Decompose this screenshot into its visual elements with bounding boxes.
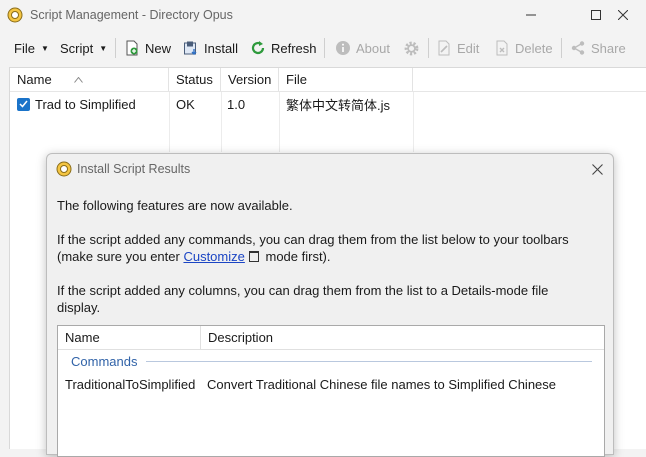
file-menu-label: File	[14, 40, 35, 56]
columns-instructions-line1: If the script added any columns, you can…	[57, 283, 549, 298]
column-divider	[169, 92, 170, 152]
share-button-label: Share	[591, 40, 626, 56]
chevron-down-icon: ▼	[99, 43, 108, 53]
row-version-cell: 1.0	[227, 96, 246, 112]
group-label-commands: Commands	[71, 354, 138, 369]
instruction-text: mode first).	[261, 249, 331, 264]
dialog-close-button[interactable]	[584, 158, 610, 180]
column-header-status[interactable]: Status	[169, 68, 221, 91]
install-button-label: Install	[204, 40, 238, 56]
minimize-icon	[526, 14, 536, 16]
edit-button[interactable]: Edit	[436, 34, 479, 62]
row-status-cell: OK	[176, 96, 195, 112]
new-button-label: New	[145, 40, 172, 56]
script-name: Trad to Simplified	[35, 96, 136, 112]
script-menu[interactable]: Script ▼	[60, 34, 107, 62]
delete-icon	[496, 40, 508, 56]
refresh-icon	[251, 41, 265, 55]
edit-icon	[438, 40, 450, 56]
column-divider	[279, 92, 280, 152]
toolbar-divider	[324, 38, 325, 58]
minimize-button[interactable]	[508, 0, 554, 30]
title-bar: Script Management - Directory Opus	[0, 0, 646, 30]
directory-opus-app-icon	[56, 161, 72, 177]
close-icon	[591, 163, 603, 175]
instruction-text: (make sure you enter	[57, 249, 184, 264]
edit-button-label: Edit	[457, 40, 480, 56]
info-icon	[336, 41, 350, 55]
column-header-label: Name	[65, 330, 100, 345]
share-button[interactable]: Share	[570, 34, 626, 62]
commands-instructions: If the script added any commands, you ca…	[57, 231, 597, 265]
column-header-file[interactable]: File	[279, 68, 413, 91]
column-header-name[interactable]: Name	[10, 68, 169, 91]
toolbar-divider	[561, 38, 562, 58]
refresh-button-label: Refresh	[271, 40, 317, 56]
column-divider	[221, 92, 222, 152]
toolbar-divider	[428, 38, 429, 58]
delete-button-label: Delete	[515, 40, 553, 56]
feature-column-header-description[interactable]: Description	[201, 326, 604, 349]
header-divider	[10, 91, 646, 92]
features-available-text: The following features are now available…	[57, 198, 293, 213]
gear-icon	[404, 41, 419, 55]
checkmark-icon	[19, 100, 28, 108]
dialog-title: Install Script Results	[77, 162, 191, 176]
header-divider	[58, 349, 604, 350]
row-name-cell[interactable]: Trad to Simplified	[17, 94, 136, 114]
column-header-label: Version	[228, 72, 272, 87]
group-divider	[146, 361, 592, 362]
install-results-dialog: Install Script Results The following fea…	[46, 153, 614, 457]
column-header-label: Status	[176, 72, 213, 87]
customize-link[interactable]: Customize	[183, 249, 244, 264]
columns-instructions: If the script added any columns, you can…	[57, 282, 597, 316]
enable-checkbox[interactable]	[17, 97, 30, 111]
script-menu-label: Script	[60, 40, 94, 56]
script-management-window: Script Management - Directory Opus File …	[0, 0, 646, 457]
column-header-label: Name	[17, 72, 52, 87]
commands-instructions-line1: If the script added any commands, you ca…	[57, 232, 569, 247]
window-title: Script Management - Directory Opus	[30, 8, 233, 22]
directory-opus-app-icon	[7, 7, 23, 23]
feature-column-header-name[interactable]: Name	[58, 326, 201, 349]
chevron-down-icon: ▼	[40, 43, 49, 53]
settings-button[interactable]	[403, 34, 425, 62]
command-description: Convert Traditional Chinese file names t…	[207, 377, 557, 392]
new-script-icon	[126, 40, 138, 56]
about-button-label: About	[356, 40, 390, 56]
close-icon	[618, 10, 628, 20]
row-file-cell: 繁体中文转简体.js	[286, 97, 391, 113]
sort-ascending-icon	[73, 76, 83, 83]
column-divider	[413, 92, 414, 152]
column-header-version[interactable]: Version	[221, 68, 279, 91]
share-icon	[571, 41, 585, 55]
column-header-label: File	[286, 72, 307, 87]
refresh-button[interactable]: Refresh	[250, 34, 317, 62]
commands-instructions-line2: (make sure you enter Customize mode firs…	[57, 248, 597, 265]
new-button[interactable]: New	[124, 34, 171, 62]
command-name: TraditionalToSimplified	[65, 377, 196, 392]
toolbar: File ▼ Script ▼ New Install Refresh Abou…	[0, 34, 646, 62]
about-button[interactable]: About	[335, 34, 390, 62]
file-menu[interactable]: File ▼	[14, 34, 49, 62]
columns-instructions-line2: display.	[57, 300, 101, 315]
toolbar-divider	[115, 38, 116, 58]
install-icon	[184, 41, 197, 55]
column-header-label: Description	[208, 330, 274, 345]
window-icon	[248, 251, 259, 263]
close-button[interactable]	[600, 0, 646, 30]
install-button[interactable]: Install	[183, 34, 238, 62]
feature-list[interactable]: Name Description Commands TraditionalToS…	[57, 325, 605, 457]
delete-button[interactable]: Delete	[494, 34, 553, 62]
